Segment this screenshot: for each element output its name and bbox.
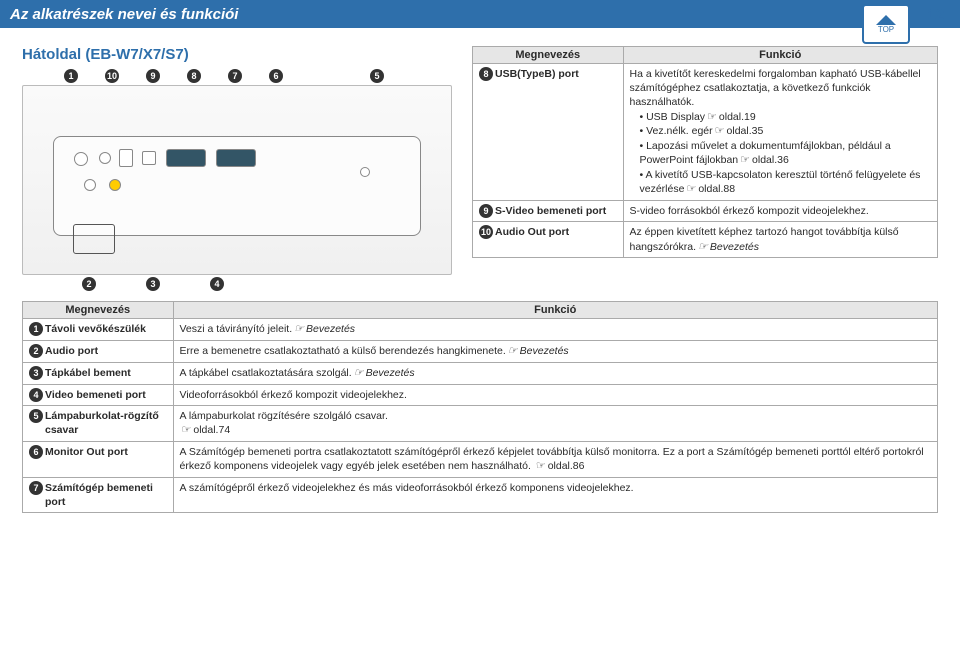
house-icon <box>876 15 896 25</box>
page-header: Az alkatrészek nevei és funkciói <box>0 0 960 28</box>
power-connector <box>73 224 115 254</box>
port-video <box>109 179 121 191</box>
callout-6: 6 <box>269 69 283 83</box>
col-name: Megnevezés <box>23 302 174 319</box>
row-func: Az éppen kivetített képhez tartozó hango… <box>623 222 938 258</box>
right-table: Megnevezés Funkció 8 USB(TypeB) port Ha … <box>472 46 938 258</box>
callout-9: 9 <box>146 69 160 83</box>
port-audio-out <box>99 152 111 164</box>
right-table-wrap: Megnevezés Funkció 8 USB(TypeB) port Ha … <box>472 46 938 258</box>
row-num: 8 <box>479 67 493 81</box>
col-func: Funkció <box>623 47 938 64</box>
header-title: Az alkatrészek nevei és funkciói <box>10 6 238 23</box>
left-column: Hátoldal (EB-W7/X7/S7) 1 10 9 8 7 6 5 <box>22 46 452 291</box>
row-func: Ha a kivetítőt kereskedelmi forgalomban … <box>623 64 938 201</box>
port-usb <box>142 151 156 165</box>
page-number: 12 <box>927 6 944 23</box>
table-header-row: Megnevezés Funkció <box>23 302 938 319</box>
callout-3: 3 <box>146 277 160 291</box>
projector-body <box>53 136 421 236</box>
callout-4: 4 <box>210 277 224 291</box>
port-vga1 <box>166 149 206 167</box>
callout-8: 8 <box>187 69 201 83</box>
row-name: Audio Out port <box>493 222 623 258</box>
logo-text: TOP <box>878 25 894 34</box>
row-name: S-Video bemeneti port <box>493 201 623 222</box>
callout-2: 2 <box>82 277 96 291</box>
content-area: Hátoldal (EB-W7/X7/S7) 1 10 9 8 7 6 5 <box>0 28 960 523</box>
callout-5: 5 <box>370 69 384 83</box>
port-audio-in <box>84 179 96 191</box>
table-row: 9 S-Video bemeneti port S-video források… <box>473 201 938 222</box>
top-callouts-row: 1 10 9 8 7 6 5 <box>22 69 452 83</box>
projector-diagram <box>22 85 452 275</box>
table-row: 6 Monitor Out port A Számítógép bemeneti… <box>23 441 938 477</box>
col-name: Megnevezés <box>473 47 624 64</box>
row-name: USB(TypeB) port <box>493 64 623 201</box>
table-row: 10 Audio Out port Az éppen kivetített ké… <box>473 222 938 258</box>
row-func: S-video forrásokból érkező kompozit vide… <box>623 201 938 222</box>
top-logo: TOP <box>862 4 910 44</box>
port-svideo <box>119 149 133 167</box>
section-title: Hátoldal (EB-W7/X7/S7) <box>22 46 452 63</box>
top-row: Hátoldal (EB-W7/X7/S7) 1 10 9 8 7 6 5 <box>22 46 938 291</box>
port-ir <box>74 152 88 166</box>
callout-10: 10 <box>105 69 119 83</box>
table-row: 7 Számítógép bemeneti port A számítógépr… <box>23 477 938 512</box>
col-func: Funkció <box>173 302 938 319</box>
table-row: 2 Audio port Erre a bemenetre csatlakozt… <box>23 340 938 362</box>
table-row: 1 Távoli vevőkészülék Veszi a távirányít… <box>23 319 938 341</box>
callout-1: 1 <box>64 69 78 83</box>
table-header-row: Megnevezés Funkció <box>473 47 938 64</box>
table-row: 8 USB(TypeB) port Ha a kivetítőt kereske… <box>473 64 938 201</box>
port-vga2 <box>216 149 256 167</box>
bottom-callouts-row: 2 3 4 <box>22 277 452 291</box>
table-row: 5 Lámpaburkolat-rögzítő csavar A lámpabu… <box>23 405 938 441</box>
lamp-screw <box>360 167 370 177</box>
table-row: 4 Video bemeneti port Videoforrásokból é… <box>23 384 938 405</box>
row-num: 9 <box>479 204 493 218</box>
row-num: 10 <box>479 225 493 239</box>
lower-table: Megnevezés Funkció 1 Távoli vevőkészülék… <box>22 301 938 513</box>
table-row: 3 Tápkábel bement A tápkábel csatlakozta… <box>23 362 938 384</box>
callout-7: 7 <box>228 69 242 83</box>
